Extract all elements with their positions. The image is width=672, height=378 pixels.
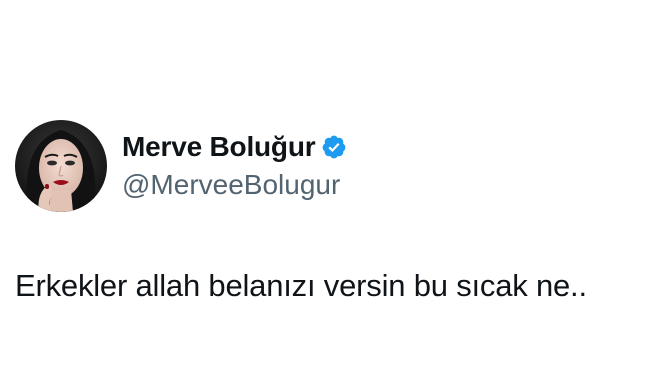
tweet-card: Merve Boluğur @MerveeBolugur Erkekler al… <box>0 0 672 378</box>
tweet-author-header: Merve Boluğur @MerveeBolugur <box>15 120 347 212</box>
display-name[interactable]: Merve Boluğur <box>122 130 316 164</box>
author-identity: Merve Boluğur @MerveeBolugur <box>122 130 347 202</box>
verified-badge-icon <box>321 134 347 160</box>
name-row: Merve Boluğur <box>122 130 347 164</box>
avatar[interactable] <box>15 120 107 212</box>
avatar-image <box>15 120 107 212</box>
tweet-text: Erkekler allah belanızı versin bu sıcak … <box>15 268 587 303</box>
author-handle[interactable]: @MerveeBolugur <box>122 168 347 202</box>
